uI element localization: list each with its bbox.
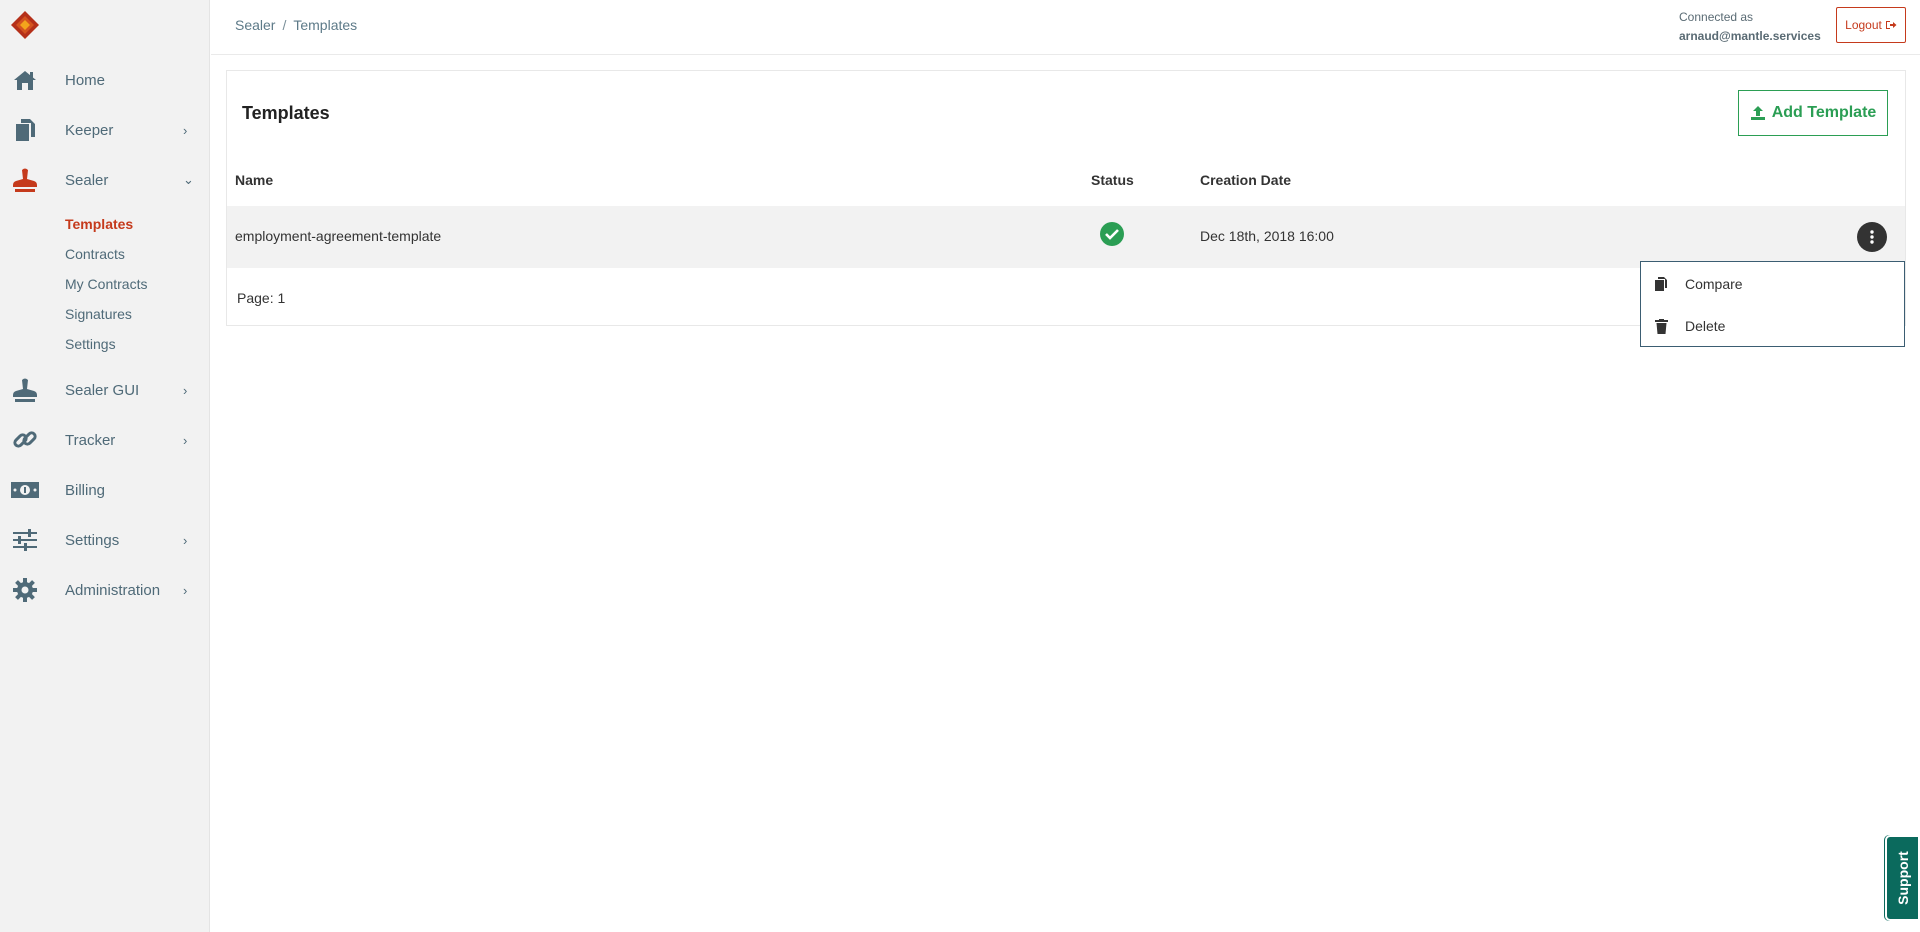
files-icon: [0, 118, 50, 142]
chevron-right-icon: ›: [183, 432, 188, 448]
sidebar-item-label: Keeper: [65, 121, 114, 139]
sidebar-subitem-templates[interactable]: Templates: [65, 216, 133, 232]
logout-label: Logout: [1845, 18, 1882, 32]
page-title: Templates: [242, 103, 330, 123]
add-template-label: Add Template: [1771, 104, 1877, 121]
connected-label: Connected as: [1679, 10, 1754, 24]
table-row[interactable]: employment-agreement-template Dec 18th, …: [227, 206, 1905, 268]
row-actions-menu: Compare Delete: [1640, 261, 1905, 347]
chevron-right-icon: ›: [183, 582, 188, 598]
support-tab[interactable]: Support: [1885, 835, 1920, 921]
trash-icon: [1653, 318, 1669, 334]
compare-menu-item[interactable]: Compare: [1641, 264, 1904, 304]
sidebar-item-label: Sealer GUI: [65, 381, 140, 399]
logout-icon: [1885, 21, 1897, 29]
gear-icon: [0, 578, 50, 602]
sidebar-item-keeper[interactable]: Keeper ›: [0, 110, 210, 150]
sliders-icon: [0, 529, 50, 551]
sidebar-item-home[interactable]: Home: [0, 60, 210, 100]
sidebar-subitem-contracts[interactable]: Contracts: [65, 246, 125, 262]
sidebar-subitem-signatures[interactable]: Signatures: [65, 306, 132, 322]
sidebar-item-label: Settings: [65, 531, 120, 549]
link-icon: [0, 427, 50, 453]
creation-date: Dec 18th, 2018 16:00: [1200, 228, 1334, 244]
stamp-icon: [0, 168, 50, 192]
sidebar-subitem-my-contracts[interactable]: My Contracts: [65, 276, 147, 292]
add-template-button[interactable]: Add Template: [1738, 90, 1888, 136]
chevron-right-icon: ›: [183, 122, 188, 138]
sidebar-item-sealer-gui[interactable]: Sealer GUI ›: [0, 370, 210, 410]
upload-icon: [1750, 106, 1765, 120]
support-label: Support: [1894, 851, 1911, 905]
column-header-status[interactable]: Status: [1091, 172, 1134, 188]
pagination-label: Page: 1: [237, 290, 286, 306]
sidebar-item-label: Tracker: [65, 431, 116, 449]
column-header-date[interactable]: Creation Date: [1200, 172, 1291, 188]
home-icon: [0, 69, 50, 91]
breadcrumb: Sealer / Templates: [235, 17, 358, 33]
money-icon: [0, 480, 50, 500]
status-check-icon: [1100, 222, 1124, 246]
stamp-icon: [0, 378, 50, 402]
sidebar-item-tracker[interactable]: Tracker ›: [0, 420, 210, 460]
sidebar-item-billing[interactable]: Billing: [0, 470, 210, 510]
sidebar-subitem-settings[interactable]: Settings: [65, 336, 116, 352]
chevron-right-icon: ›: [183, 382, 188, 398]
column-header-name[interactable]: Name: [235, 172, 273, 188]
sidebar-item-sealer[interactable]: Sealer ⌄: [0, 160, 210, 200]
app-root: Home Keeper › Sealer ⌄ Templates Contrac…: [0, 0, 1920, 932]
sidebar-item-label: Billing: [65, 481, 106, 499]
sidebar-item-administration[interactable]: Administration ›: [0, 570, 210, 610]
compare-label: Compare: [1685, 276, 1743, 292]
top-header: Sealer / Templates Connected as arnaud@man…: [211, 0, 1920, 55]
sidebar: Home Keeper › Sealer ⌄ Templates Contrac…: [0, 0, 210, 932]
logout-button[interactable]: Logout: [1836, 7, 1906, 43]
chevron-down-icon: ⌄: [183, 172, 194, 187]
delete-label: Delete: [1685, 318, 1726, 334]
logo-icon[interactable]: [10, 10, 40, 40]
copy-icon: [1653, 276, 1669, 292]
chevron-right-icon: ›: [183, 532, 188, 548]
breadcrumb-templates: Templates: [293, 17, 358, 33]
more-vertical-icon: [1870, 230, 1874, 244]
sidebar-item-settings[interactable]: Settings ›: [0, 520, 210, 560]
delete-menu-item[interactable]: Delete: [1641, 306, 1904, 346]
sidebar-item-label: Home: [65, 71, 106, 89]
user-email: arnaud@mantle.services: [1679, 29, 1821, 43]
template-name[interactable]: employment-agreement-template: [235, 228, 441, 244]
breadcrumb-sealer[interactable]: Sealer: [235, 17, 275, 33]
sidebar-item-label: Administration: [65, 581, 161, 599]
sidebar-item-label: Sealer: [65, 171, 109, 189]
row-actions-button[interactable]: [1857, 222, 1887, 252]
connected-user: Connected as arnaud@mantle.services: [1679, 8, 1821, 46]
